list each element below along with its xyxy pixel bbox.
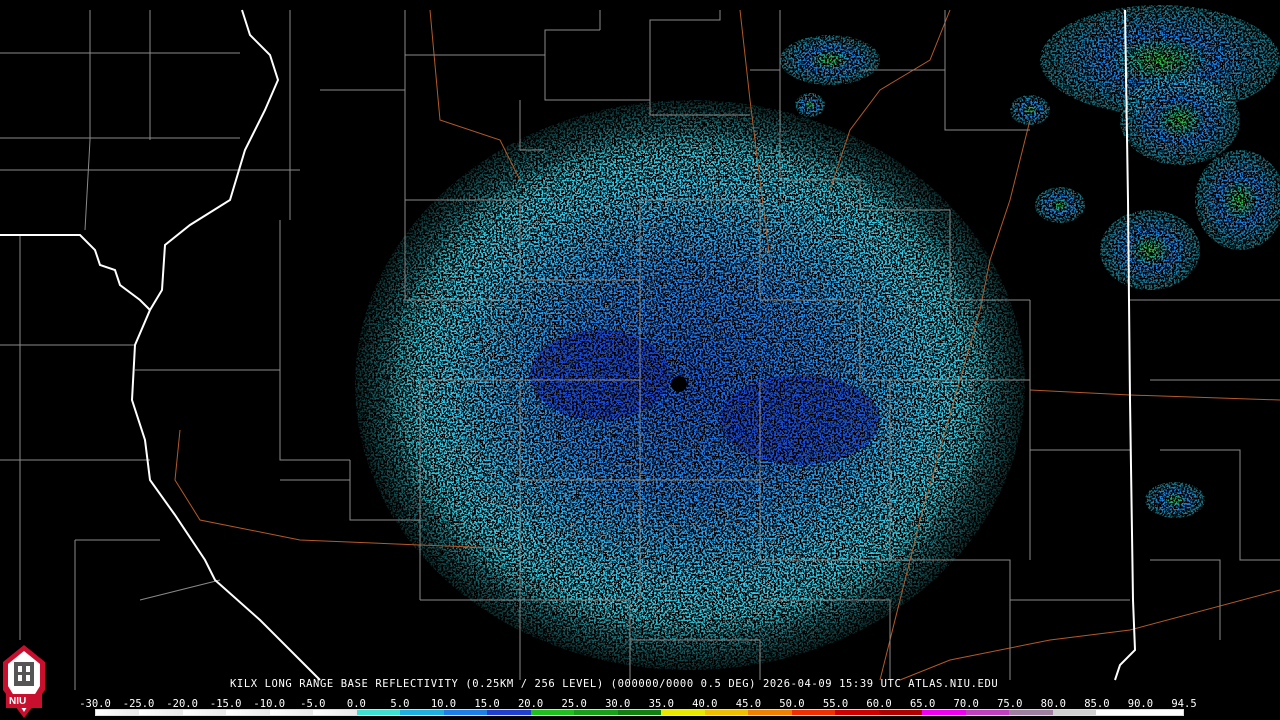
colorbar-swatch [574,710,618,715]
niu-logo-text: NIU [9,696,27,707]
radar-map [0,5,1280,718]
product-caption: KILX LONG RANGE BASE REFLECTIVITY (0.25K… [230,678,999,690]
colorbar-swatch [965,710,1010,715]
colorbar-swatch [269,710,314,715]
colorbar-swatch [182,710,227,715]
colorbar-swatch [530,710,575,715]
colorbar-swatch [704,710,749,715]
colorbar-swatch [487,710,531,715]
colorbar-swatch [96,710,140,715]
colorbar-swatch [443,710,488,715]
colorbar-swatch [139,710,183,715]
colorbar-swatch [878,710,923,715]
colorbar-swatch [748,710,792,715]
colorbar-swatch [791,710,836,715]
reflectivity-colorbar [95,709,1184,716]
colorbar-swatch [356,710,401,715]
colorbar-swatch [313,710,357,715]
colorbar-swatch [1139,710,1184,715]
niu-logo-text-holder: NIU [2,645,46,717]
colorbar-swatch [922,710,966,715]
reflectivity-echoes [355,5,1280,670]
colorbar-swatch [1052,710,1097,715]
colorbar-swatch [1009,710,1053,715]
colorbar-swatch [617,710,662,715]
colorbar-swatch [1096,710,1140,715]
colorbar-swatch [400,710,444,715]
colorbar-swatch [835,710,879,715]
colorbar-swatch [661,710,705,715]
colorbar-swatch [226,710,270,715]
